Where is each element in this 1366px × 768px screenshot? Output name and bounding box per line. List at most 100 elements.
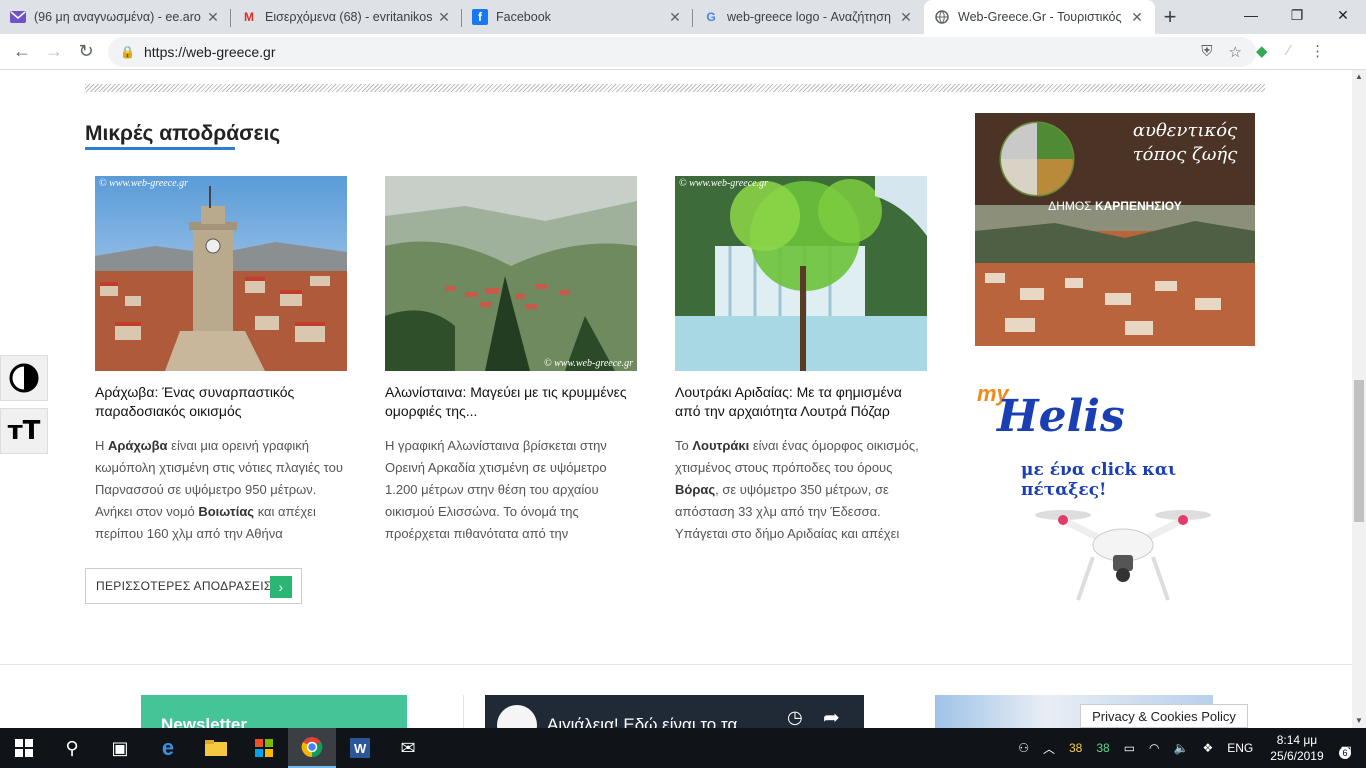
tab-title: (96 μη αναγνωσμένα) - ee.aro xyxy=(34,10,201,24)
gmail-icon: M xyxy=(244,10,254,24)
lock-icon: 🔒 xyxy=(120,45,135,59)
close-tab-icon[interactable]: ✕ xyxy=(898,9,914,26)
watermark: © www.web-greece.gr xyxy=(544,358,633,369)
tab-title: Web-Greece.Gr - Τουριστικός xyxy=(958,10,1122,24)
chrome-icon[interactable] xyxy=(288,728,336,768)
dropbox-icon[interactable]: ❖ xyxy=(1202,741,1213,755)
scroll-down-icon[interactable]: ▼ xyxy=(1352,714,1366,728)
ad-brand-name: Helis xyxy=(997,391,1125,442)
tab-strip: (96 μη αναγνωσμένα) - ee.aro ✕ M Εισερχό… xyxy=(0,0,1366,34)
svg-text:W: W xyxy=(354,741,367,756)
more-escapes-button[interactable]: ΠΕΡΙΣΣΟΤΕΡΕΣ ΑΠΟΔΡΑΣΕΙΣ › xyxy=(85,568,302,604)
tab-title: Facebook xyxy=(496,10,551,24)
article-card[interactable]: © www.web-greece.gr Αλωνίσταινα: Μαγεύει… xyxy=(385,176,637,545)
language-indicator[interactable]: ENG xyxy=(1227,741,1253,755)
shield-icon[interactable]: ⛨ xyxy=(1201,43,1212,61)
ad-municipality: ΔΗΜΟΣ ΚΑΡΠΕΝΗΣΙΟΥ xyxy=(1048,199,1182,213)
bookmark-star-icon[interactable]: ☆ xyxy=(1229,43,1242,61)
google-icon: G xyxy=(706,10,716,24)
helis-ad-banner[interactable]: my Helis με ένα click και πέταξες! xyxy=(975,375,1255,615)
new-tab-button[interactable]: + xyxy=(1155,0,1185,34)
contrast-toggle-button[interactable] xyxy=(0,355,48,401)
minimize-icon[interactable]: — xyxy=(1228,0,1274,30)
page-scrollbar[interactable]: ▲ ▼ xyxy=(1352,70,1366,728)
forward-icon[interactable]: → xyxy=(38,41,70,62)
contrast-icon xyxy=(9,363,39,393)
article-image[interactable]: © www.web-greece.gr xyxy=(385,176,637,371)
notification-count: 6 xyxy=(1339,747,1351,759)
article-excerpt: Το Λουτράκι είναι ένας όμορφος οικισμός,… xyxy=(675,438,919,541)
close-tab-icon[interactable]: ✕ xyxy=(205,9,221,26)
close-tab-icon[interactable]: ✕ xyxy=(667,9,683,26)
video-title: Αιγιάλεια! Εδώ είναι το τα xyxy=(547,715,738,728)
chevron-up-icon[interactable]: ︿ xyxy=(1043,740,1055,757)
battery-icon[interactable]: ▭ xyxy=(1124,741,1135,755)
browser-tab-web-greece[interactable]: Web-Greece.Gr - Τουριστικός ✕ xyxy=(924,0,1155,34)
back-icon[interactable]: ← xyxy=(6,41,38,62)
article-image[interactable]: © www.web-greece.gr xyxy=(675,176,927,371)
article-image[interactable]: © www.web-greece.gr xyxy=(95,176,347,371)
chevron-right-icon: › xyxy=(270,576,292,598)
article-title[interactable]: Λουτράκι Αριδαίας: Με τα φημισμένα από τ… xyxy=(675,383,927,421)
article-title[interactable]: Αλωνίσταινα: Μαγεύει με τις κρυμμένες ομ… xyxy=(385,383,637,421)
article-card[interactable]: © www.web-greece.gr Λουτράκι Αριδαίας: Μ… xyxy=(675,176,927,545)
cookie-policy-button[interactable]: Privacy & Cookies Policy xyxy=(1080,704,1248,728)
notification-icon[interactable]: ▭6 xyxy=(1339,741,1352,759)
clock[interactable]: 8:14 μμ 25/6/2019 xyxy=(1270,732,1323,764)
newsletter-title: Newsletter xyxy=(161,715,247,728)
wifi-icon[interactable]: ◠ xyxy=(1149,741,1159,755)
reload-icon[interactable]: ↻ xyxy=(70,41,102,62)
article-card[interactable]: © www.web-greece.gr Αράχωβα: Ένας συναρπ… xyxy=(95,176,347,545)
people-icon[interactable]: ⚇ xyxy=(1018,741,1029,755)
clock-time: 8:14 μμ xyxy=(1276,733,1318,747)
maximize-icon[interactable]: ❐ xyxy=(1274,0,1320,30)
browser-tab-gmail[interactable]: M Εισερχόμενα (68) - evritanikos ✕ xyxy=(231,0,462,34)
globe-icon xyxy=(934,9,950,25)
text-size-button[interactable]: тT xyxy=(0,408,48,454)
store-icon[interactable] xyxy=(240,728,288,768)
article-excerpt: Η γραφική Αλωνίσταινα βρίσκεται στην Ορε… xyxy=(385,438,607,541)
edge-icon[interactable]: e xyxy=(144,728,192,768)
extension-icon[interactable]: ◆ xyxy=(1256,42,1268,60)
task-view-icon[interactable]: ▣ xyxy=(96,728,144,768)
file-explorer-icon[interactable] xyxy=(192,728,240,768)
share-icon[interactable]: ➦ xyxy=(823,705,840,728)
url-text: https://web-greece.gr xyxy=(144,44,276,60)
tab-title: web-greece logo - Αναζήτηση xyxy=(727,10,891,24)
watermark: © www.web-greece.gr xyxy=(99,178,188,189)
temperature-label[interactable]: 38 xyxy=(1096,741,1109,755)
browser-tab-google[interactable]: G web-greece logo - Αναζήτηση ✕ xyxy=(693,0,924,34)
browser-tab-mail[interactable]: (96 μη αναγνωσμένα) - ee.aro ✕ xyxy=(0,0,231,34)
windows-start-icon[interactable] xyxy=(0,728,48,768)
drone-icon xyxy=(1035,510,1211,601)
close-tab-icon[interactable]: ✕ xyxy=(1129,9,1145,26)
scroll-up-icon[interactable]: ▲ xyxy=(1352,70,1366,84)
ad-slogan-line-1: αυθεντικός xyxy=(1132,120,1238,141)
watermark: © www.web-greece.gr xyxy=(679,178,768,189)
ad-slogan-line-2: τόπος ζωής xyxy=(1132,144,1238,165)
clock-icon[interactable]: ◷ xyxy=(787,707,803,728)
close-tab-icon[interactable]: ✕ xyxy=(436,9,452,26)
search-icon[interactable]: ⚲ xyxy=(48,728,96,768)
volume-icon[interactable]: 🔈 xyxy=(1174,741,1189,755)
extension-icon[interactable]: ⁄ xyxy=(1288,42,1291,60)
karpenisi-ad-banner[interactable]: αυθεντικός τόπος ζωής ΔΗΜΟΣ ΚΑΡΠΕΝΗΣΙΟΥ xyxy=(975,113,1255,346)
channel-logo-icon xyxy=(497,705,537,728)
clock-date: 25/6/2019 xyxy=(1270,749,1324,763)
article-excerpt: Η Αράχωβα είναι μια ορεινή γραφική κωμόπ… xyxy=(95,438,343,541)
close-window-icon[interactable]: ✕ xyxy=(1320,0,1366,30)
video-embed[interactable]: Αιγιάλεια! Εδώ είναι το τα ◷ ➦ xyxy=(485,695,864,728)
system-tray: ⚇ ︿ 38 38 ▭ ◠ 🔈 ❖ ENG 8:14 μμ 25/6/2019 … xyxy=(1011,728,1366,768)
newsletter-box[interactable]: Newsletter xyxy=(141,695,407,728)
browser-tab-facebook[interactable]: f Facebook ✕ xyxy=(462,0,693,34)
article-title[interactable]: Αράχωβα: Ένας συναρπαστικός παραδοσιακός… xyxy=(95,383,347,421)
address-bar[interactable]: 🔒 https://web-greece.gr ⛨ ☆ xyxy=(108,37,1256,67)
scrollbar-thumb[interactable] xyxy=(1354,380,1364,522)
mail-app-icon[interactable]: ✉ xyxy=(384,728,432,768)
facebook-icon: f xyxy=(472,9,488,25)
temperature-label[interactable]: 38 xyxy=(1069,741,1082,755)
page-content: Μικρές αποδράσεις © www.web-greece.gr Αρ… xyxy=(0,70,1352,728)
word-icon[interactable]: W xyxy=(336,728,384,768)
text-size-icon: тT xyxy=(7,416,41,446)
menu-icon[interactable]: ⋮ xyxy=(1310,42,1325,60)
